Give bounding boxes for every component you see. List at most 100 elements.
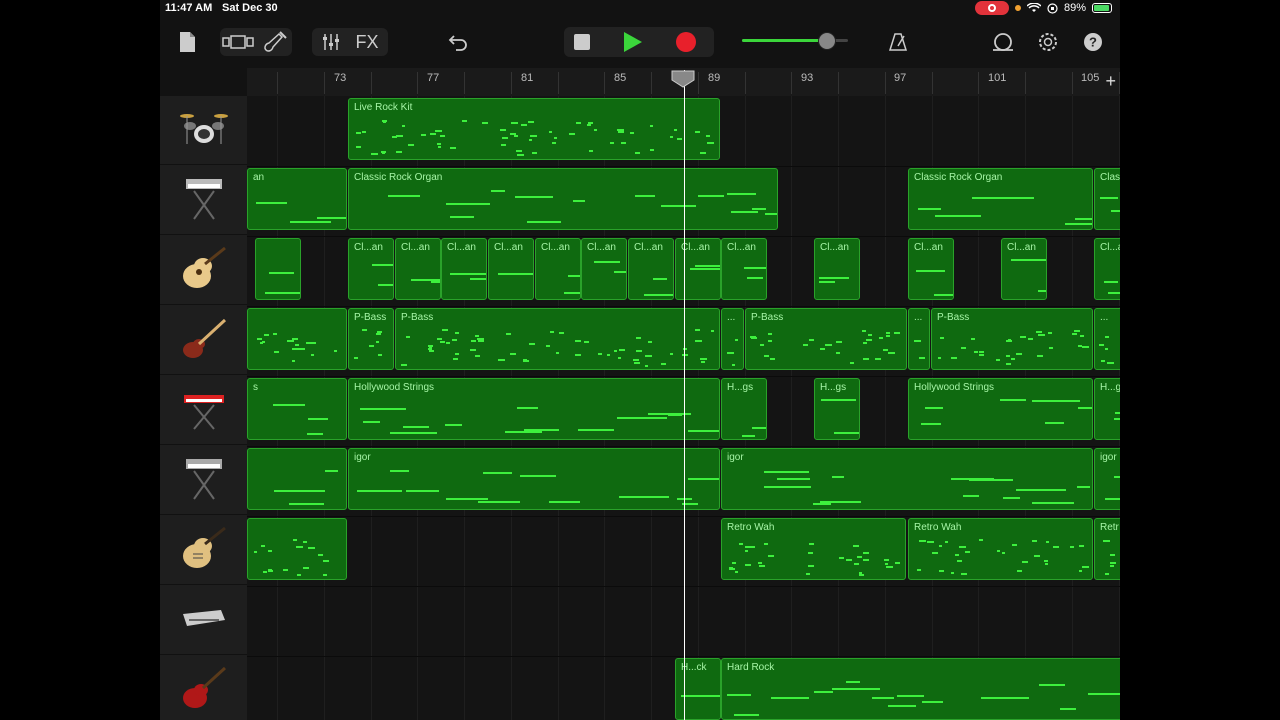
- midi-note: [768, 333, 772, 336]
- region[interactable]: Retro Wah: [721, 518, 906, 580]
- playhead[interactable]: [684, 70, 685, 720]
- fx-button[interactable]: FX: [352, 28, 382, 56]
- track-header[interactable]: [160, 376, 247, 445]
- loop-browser-button[interactable]: [990, 28, 1016, 56]
- region[interactable]: [247, 448, 347, 510]
- region[interactable]: [247, 308, 347, 370]
- midi-note: [734, 714, 760, 717]
- region[interactable]: Hard Rock: [721, 658, 1120, 720]
- mixer-button[interactable]: [316, 28, 346, 56]
- master-volume-knob[interactable]: [817, 32, 836, 50]
- my-songs-button[interactable]: [176, 28, 198, 56]
- midi-note: [291, 347, 299, 350]
- undo-icon: [448, 35, 467, 51]
- ruler-bar-number: 81: [521, 72, 534, 84]
- midi-note: [1103, 281, 1119, 284]
- region[interactable]: ...: [721, 308, 744, 370]
- region[interactable]: ...: [908, 308, 930, 370]
- region[interactable]: Retro Wah: [908, 518, 1093, 580]
- region[interactable]: Cl...an: [581, 238, 627, 300]
- orientation-lock-icon: [1047, 2, 1058, 14]
- region[interactable]: Cl...an: [488, 238, 534, 300]
- undo-button[interactable]: [446, 28, 470, 56]
- track-header[interactable]: [160, 166, 247, 235]
- midi-note: [845, 681, 861, 684]
- region[interactable]: Classic Rock Organ: [908, 168, 1093, 230]
- region[interactable]: Cl...an: [535, 238, 581, 300]
- region[interactable]: Cl...an: [348, 238, 394, 300]
- midi-note: [357, 489, 402, 492]
- settings-button[interactable]: [1036, 28, 1060, 56]
- region[interactable]: ...: [1094, 308, 1120, 370]
- region[interactable]: Cl...an: [908, 238, 954, 300]
- ruler-tick: [698, 72, 699, 94]
- region[interactable]: Clas: [1094, 168, 1120, 230]
- region[interactable]: igor: [721, 448, 1093, 510]
- region[interactable]: [255, 238, 301, 300]
- midi-note: [1022, 560, 1028, 563]
- track-header[interactable]: [160, 656, 247, 720]
- region[interactable]: H...gs: [814, 378, 860, 440]
- playhead-handle[interactable]: [671, 70, 695, 88]
- midi-note: [710, 329, 714, 332]
- region[interactable]: s: [247, 378, 347, 440]
- midi-note: [440, 134, 446, 137]
- record-button[interactable]: [676, 32, 696, 52]
- region[interactable]: Retr: [1094, 518, 1120, 580]
- midi-note: [744, 266, 766, 269]
- region[interactable]: [247, 518, 347, 580]
- midi-note: [670, 352, 674, 355]
- region[interactable]: Cl...an: [441, 238, 487, 300]
- region[interactable]: Cl...an: [814, 238, 860, 300]
- track-header[interactable]: [160, 446, 247, 515]
- midi-note: [1049, 346, 1054, 349]
- midi-note: [446, 341, 451, 344]
- metronome-button[interactable]: [886, 28, 910, 56]
- play-button[interactable]: [624, 32, 642, 52]
- midi-note: [751, 426, 766, 429]
- region-label: P-Bass: [937, 312, 970, 323]
- instrument-view-button[interactable]: [258, 28, 292, 56]
- track-header[interactable]: [160, 236, 247, 305]
- add-section-button[interactable]: +: [1105, 71, 1116, 92]
- acoustic-guitar-icon: [179, 244, 229, 297]
- midi-note: [978, 351, 985, 354]
- track-header[interactable]: [160, 516, 247, 585]
- help-button[interactable]: ?: [1082, 28, 1104, 56]
- tracks-view-button[interactable]: [220, 28, 256, 56]
- ruler-tick: [277, 72, 278, 94]
- region[interactable]: Cl...an: [628, 238, 674, 300]
- region[interactable]: igor: [348, 448, 720, 510]
- region[interactable]: P-Bass: [745, 308, 907, 370]
- region[interactable]: igor: [1094, 448, 1120, 510]
- track-header[interactable]: [160, 96, 247, 165]
- region[interactable]: an: [247, 168, 347, 230]
- track-header[interactable]: [160, 586, 247, 655]
- stop-button[interactable]: [574, 34, 590, 50]
- track-header[interactable]: [160, 306, 247, 375]
- midi-note: [934, 293, 953, 296]
- midi-note: [645, 354, 652, 357]
- region[interactable]: P-Bass: [931, 308, 1093, 370]
- region[interactable]: Hollywood Strings: [348, 378, 720, 440]
- region[interactable]: P-Bass: [395, 308, 720, 370]
- region[interactable]: H...g: [1094, 378, 1120, 440]
- ruler-tick: [651, 72, 652, 94]
- region[interactable]: Cl...an: [1094, 238, 1120, 300]
- region[interactable]: Classic Rock Organ: [348, 168, 778, 230]
- midi-note: [302, 541, 307, 544]
- region[interactable]: P-Bass: [348, 308, 394, 370]
- ruler-bar-number: 77: [427, 72, 440, 84]
- region[interactable]: H...gs: [721, 378, 767, 440]
- region[interactable]: H...ck: [675, 658, 721, 720]
- region[interactable]: Hollywood Strings: [908, 378, 1093, 440]
- region[interactable]: Live Rock Kit: [348, 98, 720, 160]
- region[interactable]: Cl...an: [1001, 238, 1047, 300]
- midi-note: [388, 194, 420, 197]
- region-label: ...: [727, 312, 736, 323]
- region[interactable]: Cl...an: [675, 238, 721, 300]
- ruler-bar-number: 101: [988, 72, 1007, 84]
- region[interactable]: Cl...an: [395, 238, 441, 300]
- region[interactable]: Cl...an: [721, 238, 767, 300]
- midi-note: [1039, 683, 1066, 686]
